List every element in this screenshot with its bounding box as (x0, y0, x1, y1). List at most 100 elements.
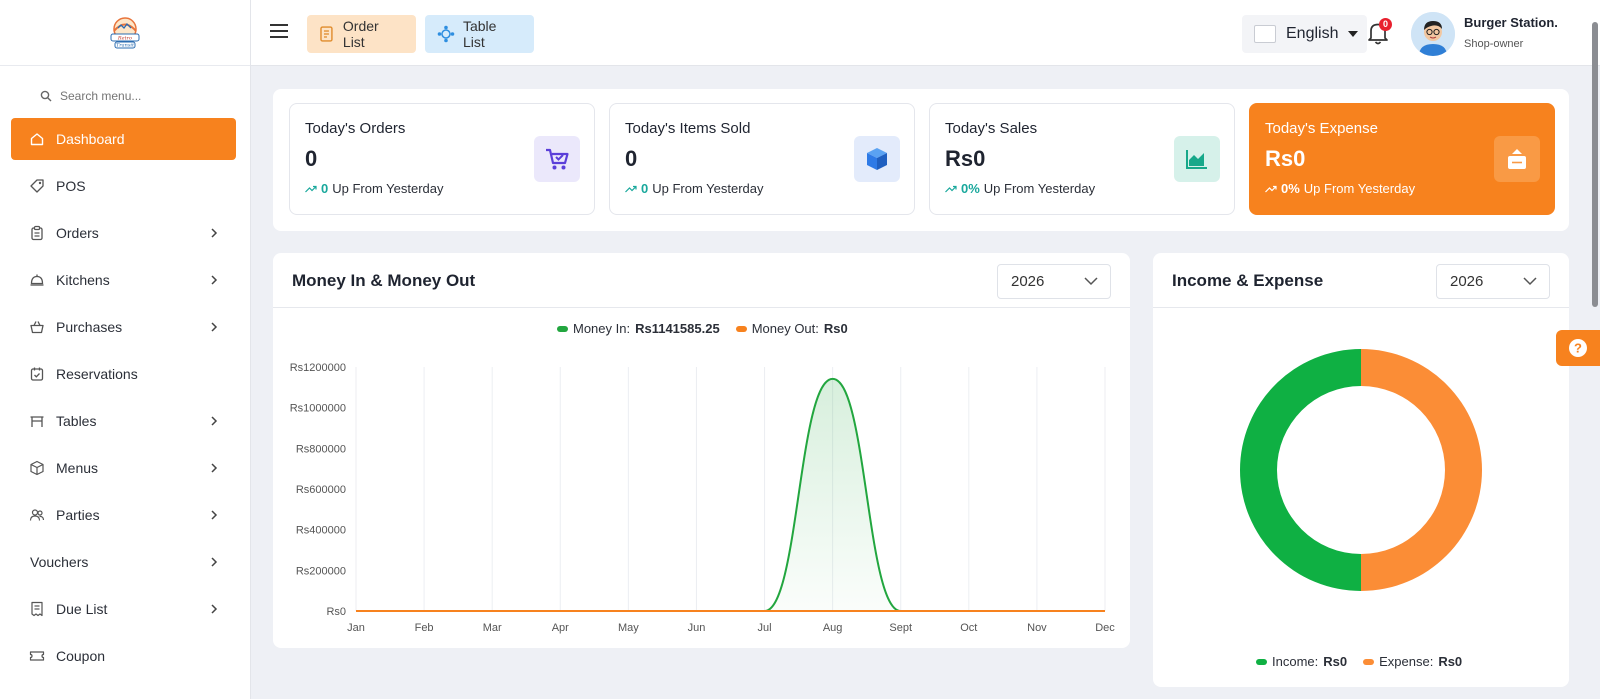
stat-value: Rs0 (945, 146, 986, 171)
table-list-icon (437, 25, 455, 43)
cart-icon (546, 148, 569, 170)
table-list-button[interactable]: Table List (425, 15, 534, 53)
stat-footer: 0% Up From Yesterday (945, 181, 1095, 196)
order-list-button[interactable]: Order List (307, 15, 416, 53)
y-tick-label: Rs1200000 (290, 362, 346, 374)
chevron-right-icon (211, 228, 218, 238)
user-name: Burger Station. (1464, 15, 1558, 30)
tag-icon (29, 178, 45, 194)
stat-icon-box (1494, 136, 1540, 182)
sidebar-item-vouchers[interactable]: Vouchers (11, 541, 236, 583)
legend-swatch (1256, 658, 1267, 665)
search-icon (40, 90, 52, 102)
home-icon (29, 131, 45, 147)
stat-change: 0 (321, 181, 329, 196)
sidebar-item-due-list[interactable]: Due List (11, 588, 236, 630)
income-chart-legend: Income: Rs0 Expense: Rs0 (1256, 654, 1462, 669)
year-select-value: 2026 (1450, 273, 1484, 290)
logo-lettering: Retro (117, 35, 132, 41)
stat-value: 0 (625, 146, 638, 171)
donut-slice-income[interactable] (1240, 349, 1361, 591)
caret-down-icon (1348, 31, 1359, 37)
sidebar-item-coupon[interactable]: Coupon (11, 635, 236, 677)
sidebar-item-kitchens[interactable]: Kitchens (11, 259, 236, 301)
sidebar-item-label: Vouchers (30, 554, 89, 570)
avatar[interactable] (1411, 12, 1455, 56)
order-list-label: Order List (342, 18, 379, 50)
chevron-right-icon (211, 604, 218, 614)
language-selector[interactable]: English (1242, 15, 1367, 53)
x-tick-label: Sept (889, 622, 912, 634)
logo-area: Retro Transit (0, 0, 250, 66)
stat-icon-box (534, 136, 580, 182)
money-chart-card: Money In & Money Out 2026 Money In: Rs114… (273, 253, 1130, 648)
calendar-check-icon (29, 366, 45, 382)
sidebar-item-menus[interactable]: Menus (11, 447, 236, 489)
x-tick-label: Jun (688, 622, 706, 634)
search-menu-input[interactable] (60, 89, 220, 103)
stat-change-suffix: Up From Yesterday (983, 181, 1096, 196)
income-donut-plot (1240, 349, 1482, 591)
sidebar-item-parties[interactable]: Parties (11, 494, 236, 536)
sidebar-item-reservations[interactable]: Reservations (11, 353, 236, 395)
sidebar-item-dashboard[interactable]: Dashboard (11, 118, 236, 160)
x-tick-label: Nov (1027, 622, 1047, 634)
stat-icon-box (854, 136, 900, 182)
income-chart-card: Income & Expense 2026 Income: Rs0 Expens… (1153, 253, 1569, 687)
income-year-select[interactable]: 2026 (1436, 264, 1550, 299)
card-header: Income & Expense 2026 (1153, 253, 1569, 308)
chevron-right-icon (211, 557, 218, 567)
cloche-icon (29, 272, 45, 288)
stat-change: 0% (961, 181, 980, 196)
stat-title: Today's Sales (945, 120, 1038, 137)
legend-value: Rs0 (1323, 654, 1348, 669)
sidebar-item-tables[interactable]: Tables (11, 400, 236, 442)
x-tick-label: Oct (960, 622, 977, 634)
stat-change: 0 (641, 181, 649, 196)
sidebar-item-label: Reservations (56, 366, 138, 382)
chevron-down-icon (1523, 277, 1537, 286)
donut-slice-expense[interactable] (1361, 349, 1482, 591)
trend-up-icon (305, 185, 317, 192)
clipboard-icon (29, 225, 45, 241)
stat-footer: 0 Up From Yesterday (625, 181, 764, 196)
sidebar-item-label: Kitchens (56, 272, 110, 288)
page-scrollbar[interactable] (1592, 22, 1598, 307)
stat-value: Rs0 (1265, 146, 1306, 171)
basket-icon (29, 319, 45, 335)
sidebar-item-label: POS (56, 178, 86, 194)
money-in-line (356, 377, 1105, 612)
chevron-right-icon (211, 275, 218, 285)
brand-logo[interactable]: Retro Transit (107, 14, 143, 52)
hamburger-menu-icon[interactable] (269, 22, 289, 40)
sidebar-item-pos[interactable]: POS (11, 165, 236, 207)
stat-title: Today's Expense (1265, 120, 1378, 137)
help-button[interactable]: ? (1556, 330, 1600, 366)
sidebar-item-label: Tables (56, 413, 97, 429)
flag-image-icon (1254, 25, 1276, 43)
x-tick-label: May (618, 622, 639, 634)
sidebar-item-label: Orders (56, 225, 99, 241)
sidebar-item-orders[interactable]: Orders (11, 212, 236, 254)
sidebar-item-purchases[interactable]: Purchases (11, 306, 236, 348)
receipt-icon (29, 601, 45, 617)
chevron-right-icon (211, 322, 218, 332)
sidebar-menu: Dashboard POS Orders Kitchens Purchases … (0, 118, 250, 677)
y-tick-label: Rs1000000 (290, 403, 346, 415)
sidebar: Retro Transit Dashboard POS Orders Kitch… (0, 0, 251, 699)
table-list-label: Table List (462, 18, 497, 50)
trend-up-icon (625, 185, 637, 192)
expense-icon (1508, 149, 1526, 169)
x-tick-label: Mar (483, 622, 502, 634)
stat-icon-box (1174, 136, 1220, 182)
money-in-area (356, 378, 1105, 611)
stat-change-suffix: Up From Yesterday (652, 181, 764, 196)
sidebar-item-label: Dashboard (56, 131, 125, 147)
notification-button[interactable]: 0 (1366, 18, 1392, 46)
stat-change-suffix: Up From Yesterday (1303, 181, 1416, 196)
y-tick-label: Rs600000 (296, 484, 346, 496)
stats-panel: Today's Orders 0 0 Up From Yesterday Tod… (273, 89, 1569, 231)
legend-swatch (1363, 658, 1375, 665)
stat-title: Today's Items Sold (625, 120, 751, 137)
stat-card-sales: Today's Sales Rs0 0% Up From Yesterday (929, 103, 1235, 215)
